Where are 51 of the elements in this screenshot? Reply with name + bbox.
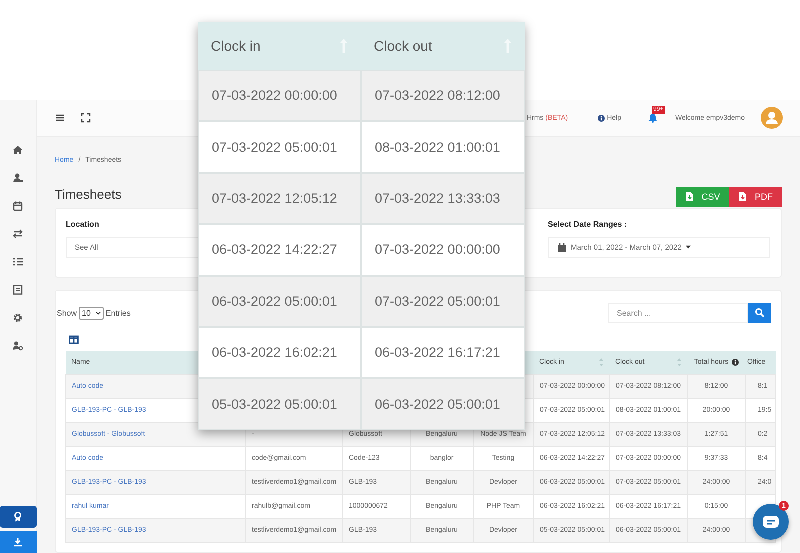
table-cell: 07-03-2022 12:05:12: [198, 172, 361, 224]
fullscreen-button[interactable]: [81, 113, 91, 123]
award-icon: [13, 512, 23, 522]
menu-icon: [55, 113, 65, 123]
table-cell: 06-03-2022 14:22:27: [198, 224, 361, 276]
fullscreen-icon: [81, 113, 91, 123]
list-icon[interactable]: [13, 257, 23, 267]
filter-label: Select Date Ranges :: [548, 219, 628, 231]
bell-icon[interactable]: [648, 113, 658, 123]
column-header: Clock in: [211, 38, 261, 54]
calendar-icon: [557, 242, 567, 252]
page-size-select[interactable]: 10: [79, 306, 104, 320]
table-cell: 05-03-2022 05:00:01: [198, 378, 361, 430]
transfer-icon[interactable]: [13, 229, 23, 239]
search-button[interactable]: [748, 303, 771, 323]
page-title: Timesheets: [55, 186, 122, 202]
table-cell: 06-03-2022 05:00:01: [198, 276, 361, 327]
table-cell: 07-03-2022 00:00:00: [198, 70, 361, 122]
info-icon: [732, 359, 739, 366]
download-button[interactable]: [0, 531, 36, 553]
table-cell: 07-03-2022 05:00:01: [361, 276, 525, 327]
table-cell: 07-03-2022 13:33:03: [361, 172, 525, 224]
entries-label: Entries: [106, 308, 131, 318]
search-icon: [754, 308, 764, 318]
export-button[interactable]: CSV: [676, 187, 729, 207]
file-icon: [738, 192, 748, 202]
columns-icon: [69, 335, 79, 345]
column-header: Clock out: [374, 38, 432, 54]
search-field[interactable]: Search ...: [608, 303, 748, 323]
table-cell: 06-03-2022 05:00:01: [361, 378, 525, 430]
gear-icon[interactable]: [13, 313, 23, 323]
document-icon[interactable]: [13, 285, 23, 295]
table-cell: 08-03-2022 01:00:01: [361, 121, 525, 173]
calendar-icon[interactable]: [13, 201, 23, 211]
user-icon[interactable]: [13, 173, 23, 183]
table-cell: 06-03-2022 16:17:21: [361, 326, 525, 378]
info-icon: [598, 114, 606, 122]
user-gear-icon[interactable]: [13, 341, 23, 351]
show-label: Show: [57, 308, 78, 318]
table-cell: 07-03-2022 05:00:01: [198, 121, 361, 173]
column-toggle-button[interactable]: [69, 335, 79, 347]
file-icon: [684, 192, 695, 202]
download-icon: [13, 537, 23, 547]
home-icon[interactable]: [13, 145, 23, 155]
award-button[interactable]: [0, 506, 36, 528]
filter-label: Location: [66, 219, 100, 231]
export-button[interactable]: PDF: [729, 187, 782, 207]
menu-button[interactable]: [55, 113, 65, 123]
table-cell: 07-03-2022 00:00:00: [361, 224, 525, 276]
table-cell: 07-03-2022 08:12:00: [361, 70, 525, 122]
table-cell: 06-03-2022 16:02:21: [198, 326, 361, 378]
